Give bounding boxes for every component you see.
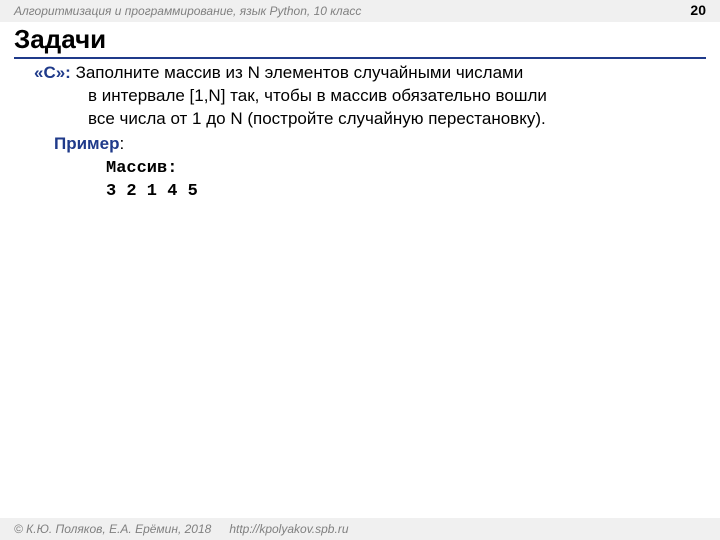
header-text: Алгоритмизация и программирование, язык … — [14, 4, 361, 18]
slide-title: Задачи — [14, 24, 706, 59]
example-colon: : — [119, 134, 124, 153]
page-number: 20 — [690, 2, 706, 18]
example-label-line: Пример: — [54, 133, 690, 156]
problem-text-line2: в интервале [1,N] так, чтобы в массив об… — [88, 85, 690, 108]
example-line2: 3 2 1 4 5 — [106, 181, 690, 204]
example-label: Пример — [54, 134, 119, 153]
footer-copyright: © К.Ю. Поляков, Е.А. Ерёмин, 2018 — [14, 522, 211, 536]
footer-url: http://kpolyakov.spb.ru — [229, 522, 348, 536]
example-block: Массив: 3 2 1 4 5 — [106, 158, 690, 204]
footer-bar: © К.Ю. Поляков, Е.А. Ерёмин, 2018 http:/… — [0, 518, 720, 540]
slide: Алгоритмизация и программирование, язык … — [0, 0, 720, 540]
problem-line: «C»: Заполните массив из N элементов слу… — [34, 62, 690, 85]
problem-tag: «C»: — [34, 63, 76, 82]
example-line1: Массив: — [106, 158, 690, 181]
header-bar: Алгоритмизация и программирование, язык … — [0, 0, 720, 22]
problem-text-line3: все числа от 1 до N (постройте случайную… — [88, 108, 690, 131]
slide-body: «C»: Заполните массив из N элементов слу… — [34, 62, 690, 204]
problem-text-line1: Заполните массив из N элементов случайны… — [76, 63, 524, 82]
